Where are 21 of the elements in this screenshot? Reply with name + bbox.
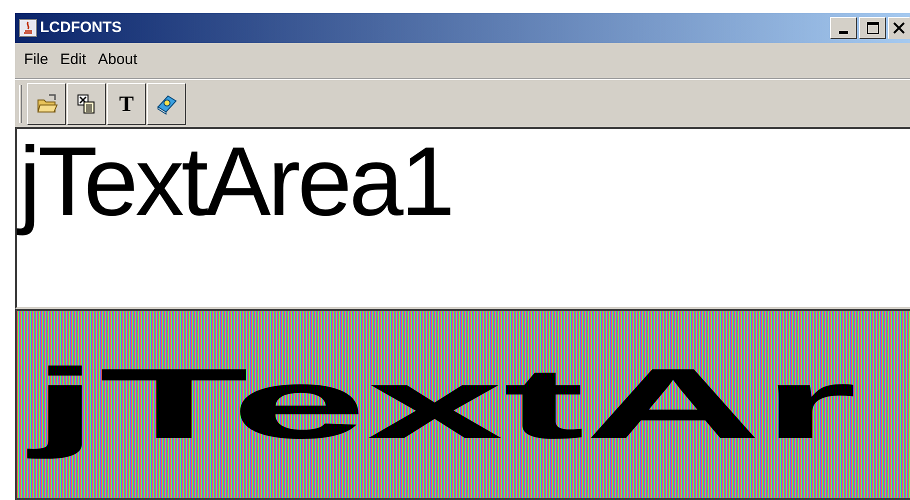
app-icon: [19, 19, 37, 37]
text-button[interactable]: T: [107, 82, 146, 124]
maximize-icon: [866, 22, 878, 34]
minimize-button[interactable]: [830, 17, 857, 39]
close-icon: [893, 22, 905, 34]
menu-item[interactable]: File: [19, 49, 54, 72]
window-title: LCDFONTS: [40, 18, 122, 38]
text-area[interactable]: jTextArea1: [15, 127, 910, 309]
maximize-button[interactable]: [859, 17, 886, 39]
document-icon: [76, 92, 98, 114]
toolbar-button[interactable]: [147, 82, 186, 124]
close-button[interactable]: [888, 17, 910, 39]
folder-icon: [36, 92, 58, 114]
menu-item[interactable]: Edit: [55, 49, 92, 72]
book-icon: [156, 92, 178, 114]
toolbar-button[interactable]: [67, 82, 106, 124]
toolbar-button[interactable]: [27, 82, 66, 124]
lcd-preview-text: jTextAr: [31, 342, 857, 467]
text-area-content: jTextArea1: [19, 126, 452, 236]
minimize-icon: [839, 31, 848, 34]
menu-item[interactable]: About: [93, 49, 142, 72]
